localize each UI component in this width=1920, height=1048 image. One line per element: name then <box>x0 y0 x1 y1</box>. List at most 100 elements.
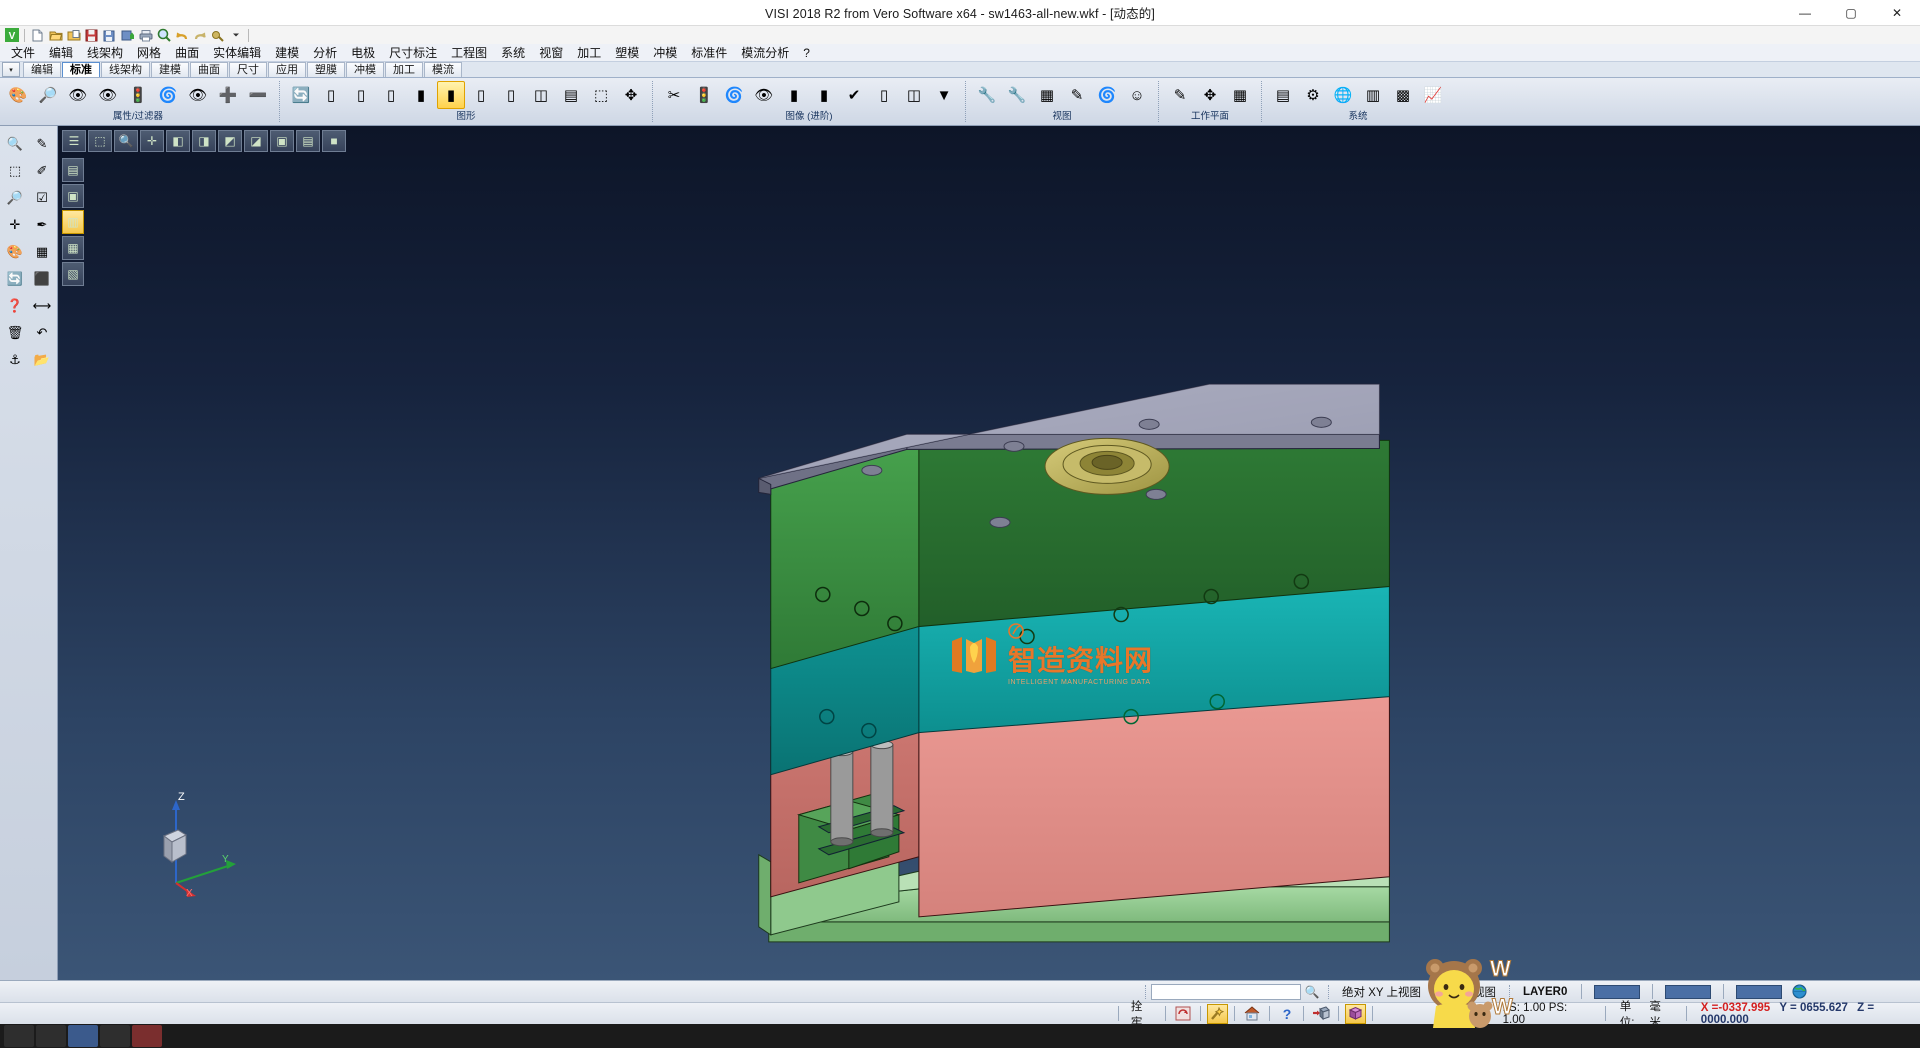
menu-item-16[interactable]: 标准件 <box>684 44 734 62</box>
taskbar-item-4[interactable] <box>100 1025 130 1047</box>
edit-curve-icon[interactable]: ✐ <box>29 157 55 184</box>
menu-item-18[interactable]: ? <box>796 44 817 62</box>
fit-all-icon[interactable]: ⬚ <box>88 130 112 152</box>
ribbon-tab-3[interactable]: 建模 <box>151 62 189 77</box>
solid-cube-icon[interactable]: ⬛ <box>29 265 55 292</box>
ribbon-tab-5[interactable]: 尺寸 <box>229 62 267 77</box>
ribbon-tab-7[interactable]: 塑膜 <box>307 62 345 77</box>
layer-label[interactable]: LAYER0 <box>1515 986 1575 998</box>
taskbar-item-2[interactable] <box>36 1025 66 1047</box>
close-button[interactable]: ✕ <box>1874 0 1920 26</box>
menu-item-9[interactable]: 尺寸标注 <box>382 44 444 62</box>
menu-item-15[interactable]: 冲模 <box>646 44 684 62</box>
workplane-grid-icon[interactable]: ▦ <box>1226 81 1254 109</box>
front-view-icon[interactable]: ◩ <box>218 130 242 152</box>
delete-icon[interactable]: 🗑 <box>2 319 28 346</box>
sys-config-icon[interactable]: ⚙ <box>1299 81 1327 109</box>
sys-globe-icon[interactable]: 🌐 <box>1329 81 1357 109</box>
minimize-button[interactable]: — <box>1782 0 1828 26</box>
save-as-icon[interactable] <box>101 27 118 43</box>
shaded-edges-icon[interactable]: ▮ <box>437 81 465 109</box>
layer-color-swatch-3[interactable] <box>1736 985 1782 999</box>
entity-filter-icon[interactable]: 🔎 <box>34 81 62 109</box>
hide-all-icon[interactable]: ➖ <box>244 81 272 109</box>
search-icon[interactable]: 🔍 <box>1301 982 1323 1002</box>
cone-view-icon[interactable]: ▼ <box>930 81 958 109</box>
workplane-define-icon[interactable]: ✎ <box>1166 81 1194 109</box>
menu-item-11[interactable]: 系统 <box>494 44 532 62</box>
ghost-icon[interactable]: ▯ <box>870 81 898 109</box>
settings-icon[interactable] <box>209 27 226 43</box>
transparent-icon[interactable]: ▯ <box>467 81 495 109</box>
pan-icon[interactable]: ✥ <box>617 81 645 109</box>
refresh-view-icon[interactable]: 🌀 <box>154 81 182 109</box>
menu-item-13[interactable]: 加工 <box>570 44 608 62</box>
wireframe-icon[interactable]: ▯ <box>317 81 345 109</box>
undo-icon[interactable]: ↶ <box>29 319 55 346</box>
bottom-view-icon[interactable]: ▣ <box>270 130 294 152</box>
undo-icon[interactable] <box>173 27 190 43</box>
entity-pick-icon[interactable] <box>1310 1004 1332 1024</box>
zoom-select-icon[interactable]: 🔍 <box>2 130 28 157</box>
assembly-panel-icon[interactable]: ▦ <box>62 236 84 260</box>
isometric-icon[interactable]: ◫ <box>900 81 928 109</box>
ribbon-tab-6[interactable]: 应用 <box>268 62 306 77</box>
layer-state-icon[interactable]: 🚦 <box>690 81 718 109</box>
solid-panel-icon[interactable]: ▣ <box>62 184 84 208</box>
edit-shape-icon[interactable]: ✒ <box>29 211 55 238</box>
show-remove-icon[interactable]: 👁 <box>94 81 122 109</box>
globe-icon[interactable] <box>1788 982 1810 1002</box>
measure-icon[interactable]: ⟷ <box>29 292 55 319</box>
workplane-axis-icon[interactable]: ✛ <box>2 211 28 238</box>
help-icon[interactable]: ❓ <box>2 292 28 319</box>
regen-icon[interactable]: 🔄 <box>287 81 315 109</box>
menu-item-17[interactable]: 模流分析 <box>734 44 796 62</box>
customize-dropdown-icon[interactable] <box>227 27 244 43</box>
color-edit-icon[interactable]: 🎨 <box>2 238 28 265</box>
ribbon-expand-icon[interactable]: ▾ <box>2 62 20 77</box>
draw-line-icon[interactable]: ✎ <box>29 130 55 157</box>
section-icon[interactable]: ◫ <box>527 81 555 109</box>
flat-shade-icon[interactable]: ▯ <box>497 81 525 109</box>
top-view-icon[interactable]: ◨ <box>192 130 216 152</box>
shade-cyl-icon[interactable]: ▮ <box>810 81 838 109</box>
constrain-icon[interactable] <box>1172 1004 1194 1024</box>
misc-panel-icon[interactable]: ▧ <box>62 262 84 286</box>
sys-calc-icon[interactable]: ▥ <box>1359 81 1387 109</box>
menu-item-10[interactable]: 工程图 <box>444 44 494 62</box>
view-list-icon[interactable]: ☰ <box>62 130 86 152</box>
color-palette-icon[interactable]: 🎨 <box>4 81 32 109</box>
menu-item-6[interactable]: 建模 <box>268 44 306 62</box>
window-grid-icon[interactable]: ▦ <box>29 238 55 265</box>
traffic-light-icon[interactable]: 🚦 <box>124 81 152 109</box>
iso-view-icon[interactable]: ◧ <box>166 130 190 152</box>
layer-color-swatch-2[interactable] <box>1665 985 1711 999</box>
help-query-icon[interactable]: ? <box>1276 1004 1298 1024</box>
menu-item-2[interactable]: 线架构 <box>80 44 130 62</box>
view-pen-icon[interactable]: ✎ <box>1063 81 1091 109</box>
ribbon-tab-0[interactable]: 编辑 <box>23 62 61 77</box>
ribbon-tab-10[interactable]: 模流 <box>424 62 462 77</box>
ribbon-tab-4[interactable]: 曲面 <box>190 62 228 77</box>
view-smiley-icon[interactable]: ☺ <box>1123 81 1151 109</box>
open-folder-icon[interactable]: 📂 <box>29 346 55 373</box>
maximize-button[interactable]: ▢ <box>1828 0 1874 26</box>
print-preview-icon[interactable] <box>155 27 172 43</box>
zoom-window-icon[interactable]: ⬚ <box>587 81 615 109</box>
regen-icon[interactable]: 🔄 <box>2 265 28 292</box>
redraw-icon[interactable]: 🌀 <box>720 81 748 109</box>
sys-colors-icon[interactable]: ▤ <box>1269 81 1297 109</box>
view-list-icon[interactable]: ▦ <box>1033 81 1061 109</box>
check-icon[interactable]: ✔ <box>840 81 868 109</box>
layer-panel-icon[interactable]: ▤ <box>62 158 84 182</box>
menu-item-1[interactable]: 编辑 <box>42 44 80 62</box>
sys-doc-icon[interactable]: ▩ <box>1389 81 1417 109</box>
menu-item-0[interactable]: 文件 <box>4 44 42 62</box>
save-icon[interactable] <box>83 27 100 43</box>
taskbar-item-1[interactable] <box>4 1025 34 1047</box>
home-icon[interactable] <box>1241 1004 1263 1024</box>
menu-item-4[interactable]: 曲面 <box>168 44 206 62</box>
render-ship-icon[interactable]: ⚓ <box>2 346 28 373</box>
dynamic-rotate-icon[interactable]: 🔧 <box>973 81 1001 109</box>
feature-panel-icon[interactable]: ▥ <box>62 210 84 234</box>
